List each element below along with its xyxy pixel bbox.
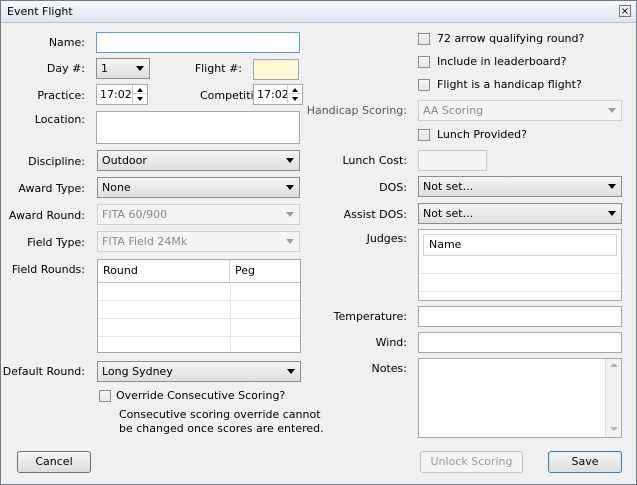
notes-scrollbar[interactable] bbox=[605, 359, 621, 437]
column-header-round[interactable]: Round bbox=[98, 260, 230, 282]
spin-down-icon[interactable] bbox=[132, 94, 147, 103]
field-type-label: Field Type: bbox=[27, 236, 85, 249]
spin-down-icon[interactable] bbox=[287, 94, 302, 103]
table-row[interactable] bbox=[98, 319, 300, 337]
table-row[interactable] bbox=[419, 256, 621, 274]
judges-header: Name bbox=[423, 234, 617, 256]
flight-number-field[interactable] bbox=[253, 59, 299, 80]
chevron-down-icon bbox=[286, 185, 294, 190]
table-row[interactable] bbox=[98, 301, 300, 319]
column-header-peg[interactable]: Peg bbox=[230, 260, 300, 282]
day-select[interactable]: 1 bbox=[96, 58, 150, 79]
chevron-down-icon bbox=[286, 212, 294, 217]
practice-time-value: 17:02 bbox=[100, 88, 132, 101]
competition-time-spinner[interactable]: 17:02 bbox=[253, 84, 303, 105]
wind-label: Wind: bbox=[375, 336, 407, 349]
judges-label: Judges: bbox=[366, 232, 407, 245]
override-note-line-1: Consecutive scoring override cannot bbox=[119, 408, 321, 421]
scroll-down-icon[interactable] bbox=[606, 423, 622, 437]
lunch-cost-field[interactable] bbox=[418, 150, 487, 171]
discipline-value: Outdoor bbox=[102, 154, 147, 167]
chevron-down-icon bbox=[608, 184, 616, 189]
flight-label: Flight #: bbox=[194, 62, 242, 75]
assist-dos-select[interactable]: Not set... bbox=[418, 203, 622, 224]
spin-up-icon[interactable] bbox=[287, 85, 302, 94]
day-label: Day #: bbox=[46, 62, 85, 75]
location-label: Location: bbox=[34, 113, 85, 126]
assist-dos-label: Assist DOS: bbox=[343, 208, 407, 221]
handicap-scoring-value: AA Scoring bbox=[423, 104, 484, 117]
close-icon[interactable]: × bbox=[619, 5, 631, 17]
lunch-provided-label[interactable]: Lunch Provided? bbox=[437, 128, 527, 141]
dos-value: Not set... bbox=[423, 180, 474, 193]
spin-up-icon[interactable] bbox=[132, 85, 147, 94]
name-label: Name: bbox=[48, 36, 85, 49]
override-consecutive-label[interactable]: Override Consecutive Scoring? bbox=[116, 389, 285, 402]
practice-spin-buttons[interactable] bbox=[132, 85, 147, 104]
chevron-down-icon bbox=[286, 239, 294, 244]
field-rounds-header: Round Peg bbox=[98, 260, 300, 283]
discipline-select[interactable]: Outdoor bbox=[97, 150, 300, 171]
table-row[interactable] bbox=[419, 274, 621, 292]
handicap-flight-checkbox[interactable] bbox=[418, 79, 430, 91]
field-type-value: FITA Field 24Mk bbox=[102, 235, 188, 248]
dos-label: DOS: bbox=[379, 181, 407, 194]
temperature-field[interactable] bbox=[418, 306, 622, 327]
handicap-scoring-select[interactable]: AA Scoring bbox=[418, 100, 622, 121]
cancel-button[interactable]: Cancel bbox=[17, 451, 91, 473]
field-type-select[interactable]: FITA Field 24Mk bbox=[97, 231, 300, 252]
temperature-label: Temperature: bbox=[333, 310, 407, 323]
title-bar: Event Flight × bbox=[1, 1, 636, 23]
discipline-label: Discipline: bbox=[28, 155, 85, 168]
handicap-scoring-label: Handicap Scoring: bbox=[306, 104, 407, 117]
assist-dos-value: Not set... bbox=[423, 207, 474, 220]
field-rounds-label: Field Rounds: bbox=[11, 263, 85, 276]
award-type-select[interactable]: None bbox=[97, 177, 300, 198]
qualifying-round-label[interactable]: 72 arrow qualifying round? bbox=[437, 32, 584, 45]
location-field[interactable] bbox=[96, 111, 300, 144]
default-round-value: Long Sydney bbox=[102, 365, 173, 378]
leaderboard-checkbox[interactable] bbox=[418, 56, 430, 68]
table-row[interactable] bbox=[98, 283, 300, 301]
notes-label: Notes: bbox=[371, 362, 407, 375]
chevron-down-icon bbox=[287, 369, 295, 374]
name-field[interactable] bbox=[96, 32, 300, 53]
field-rounds-grid[interactable]: Round Peg bbox=[97, 259, 301, 353]
competition-time-value: 17:02 bbox=[257, 88, 289, 101]
column-header-name[interactable]: Name bbox=[424, 235, 618, 255]
window-title: Event Flight bbox=[7, 5, 73, 18]
award-type-value: None bbox=[102, 181, 131, 194]
award-type-label: Award Type: bbox=[18, 182, 85, 195]
award-round-value: FITA 60/900 bbox=[102, 208, 168, 221]
practice-label: Practice: bbox=[37, 89, 85, 102]
lunch-cost-label: Lunch Cost: bbox=[342, 154, 407, 167]
qualifying-round-checkbox[interactable] bbox=[418, 33, 430, 45]
handicap-flight-label[interactable]: Flight is a handicap flight? bbox=[437, 78, 582, 91]
override-consecutive-checkbox[interactable] bbox=[99, 390, 111, 402]
chevron-down-icon bbox=[608, 108, 616, 113]
default-round-label: Default Round: bbox=[2, 365, 85, 378]
leaderboard-label[interactable]: Include in leaderboard? bbox=[437, 55, 567, 68]
day-select-value: 1 bbox=[101, 62, 108, 75]
chevron-down-icon bbox=[286, 158, 294, 163]
practice-time-spinner[interactable]: 17:02 bbox=[96, 84, 148, 105]
judges-grid[interactable]: Name bbox=[418, 229, 622, 301]
award-round-select[interactable]: FITA 60/900 bbox=[97, 204, 300, 225]
wind-field[interactable] bbox=[418, 332, 622, 353]
chevron-down-icon bbox=[608, 211, 616, 216]
chevron-down-icon bbox=[136, 66, 144, 71]
lunch-provided-checkbox[interactable] bbox=[418, 129, 430, 141]
scroll-up-icon[interactable] bbox=[606, 359, 622, 373]
save-button[interactable]: Save bbox=[548, 451, 622, 473]
award-round-label: Award Round: bbox=[8, 209, 85, 222]
notes-textarea[interactable] bbox=[418, 358, 622, 438]
event-flight-window: Event Flight × Name: Day #: 1 Flight #: … bbox=[0, 0, 637, 485]
competition-spin-buttons[interactable] bbox=[287, 85, 302, 104]
dos-select[interactable]: Not set... bbox=[418, 176, 622, 197]
default-round-select[interactable]: Long Sydney bbox=[97, 361, 301, 382]
override-note-line-2: be changed once scores are entered. bbox=[119, 422, 324, 435]
unlock-scoring-button[interactable]: Unlock Scoring bbox=[420, 451, 523, 473]
